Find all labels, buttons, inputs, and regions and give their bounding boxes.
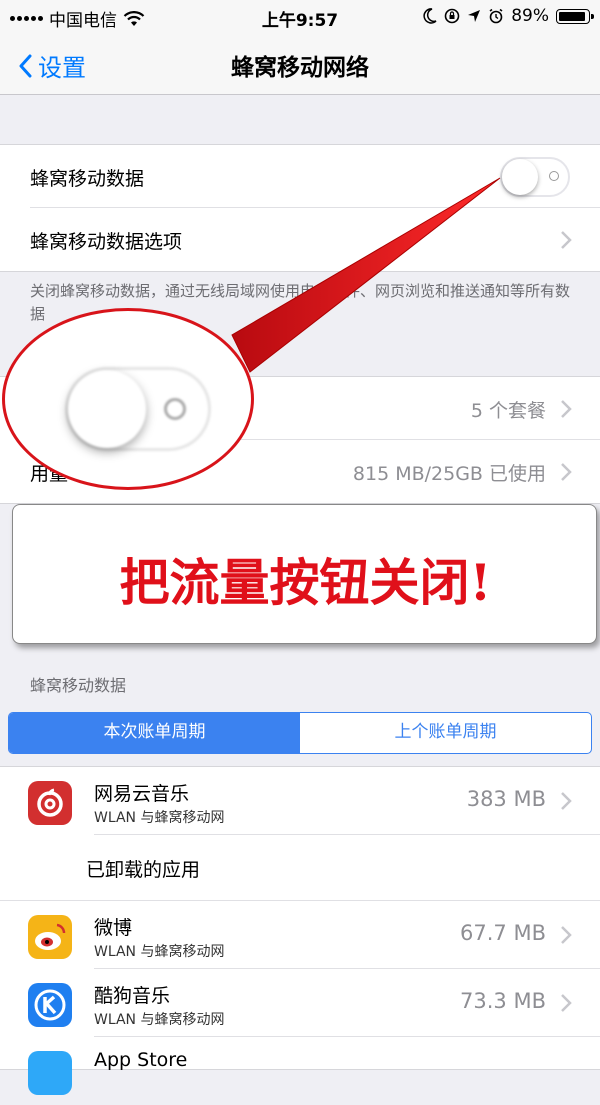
segment-current-period[interactable]: 本次账单周期 <box>9 713 300 753</box>
chevron-right-icon <box>561 400 572 418</box>
toggle-knob <box>502 159 538 195</box>
app-row[interactable]: 微博 WLAN 与蜂窝移动网 67.7 MB <box>0 901 600 969</box>
app-data-size: 73.3 MB <box>460 989 546 1013</box>
plans-detail: 5 个套餐 <box>470 400 546 422</box>
segment-previous-period[interactable]: 上个账单周期 <box>300 713 591 753</box>
cellular-data-options-label: 蜂窝移动数据选项 <box>30 231 183 253</box>
location-icon <box>468 10 481 22</box>
uninstalled-apps-row[interactable]: 已卸载的应用 <box>0 835 600 901</box>
navigation-bar: 设置 蜂窝移动网络 <box>0 34 600 95</box>
app-name: 网易云音乐 <box>94 783 190 805</box>
app-network: WLAN 与蜂窝移动网 <box>94 810 225 826</box>
app-usage-list: 网易云音乐 WLAN 与蜂窝移动网 383 MB 已卸载的应用 微博 WLAN … <box>0 766 600 1095</box>
app-row[interactable]: App Store <box>0 1037 600 1105</box>
chevron-right-icon <box>561 463 572 481</box>
app-name: 微博 <box>94 917 133 939</box>
usage-section-header: 蜂窝移动数据 <box>30 676 127 695</box>
cellular-data-row: 蜂窝移动数据 <box>0 145 600 208</box>
app-data-size: 67.7 MB <box>460 921 546 945</box>
battery-icon <box>556 8 594 24</box>
cellular-data-options-row[interactable]: 蜂窝移动数据选项 <box>0 208 600 271</box>
magnified-toggle-knob <box>68 370 146 448</box>
chevron-right-icon <box>561 994 572 1012</box>
chevron-right-icon <box>561 792 572 810</box>
moon-icon <box>423 8 437 24</box>
app-store-icon <box>28 1051 72 1095</box>
toggle-off-indicator-icon <box>549 171 559 181</box>
alarm-icon <box>489 8 503 24</box>
billing-period-segmented-control: 本次账单周期 上个账单周期 <box>8 712 592 754</box>
app-row[interactable]: 酷狗音乐 WLAN 与蜂窝移动网 73.3 MB <box>0 969 600 1037</box>
magnified-toggle <box>65 367 211 451</box>
chevron-right-icon <box>561 926 572 944</box>
annotation-box: 把流量按钮关闭! <box>12 504 597 644</box>
kugou-icon <box>28 983 72 1027</box>
status-bar: 中国电信 上午9:57 89% <box>0 0 600 34</box>
netease-music-icon <box>28 781 72 825</box>
battery-percent: 89% <box>511 6 549 26</box>
app-network: WLAN 与蜂窝移动网 <box>94 944 225 960</box>
uninstalled-apps-label: 已卸载的应用 <box>86 859 201 881</box>
page-title: 蜂窝移动网络 <box>231 55 369 81</box>
app-row[interactable]: 网易云音乐 WLAN 与蜂窝移动网 383 MB <box>0 767 600 835</box>
cellular-data-label: 蜂窝移动数据 <box>30 168 145 190</box>
cellular-data-toggle[interactable] <box>500 157 570 197</box>
app-data-size: 383 MB <box>466 787 546 811</box>
app-network: WLAN 与蜂窝移动网 <box>94 1012 225 1028</box>
usage-detail: 815 MB/25GB 已使用 <box>352 463 546 485</box>
cellular-settings-group: 蜂窝移动数据 蜂窝移动数据选项 <box>0 144 600 272</box>
chevron-right-icon <box>561 231 572 249</box>
annotation-text: 把流量按钮关闭! <box>119 553 492 612</box>
app-name: App Store <box>94 1049 188 1071</box>
app-name: 酷狗音乐 <box>94 985 171 1007</box>
rotation-lock-icon <box>444 8 460 24</box>
toggle-off-indicator-icon <box>164 398 186 420</box>
weibo-icon <box>28 915 72 959</box>
magnified-toggle-callout <box>2 308 254 490</box>
